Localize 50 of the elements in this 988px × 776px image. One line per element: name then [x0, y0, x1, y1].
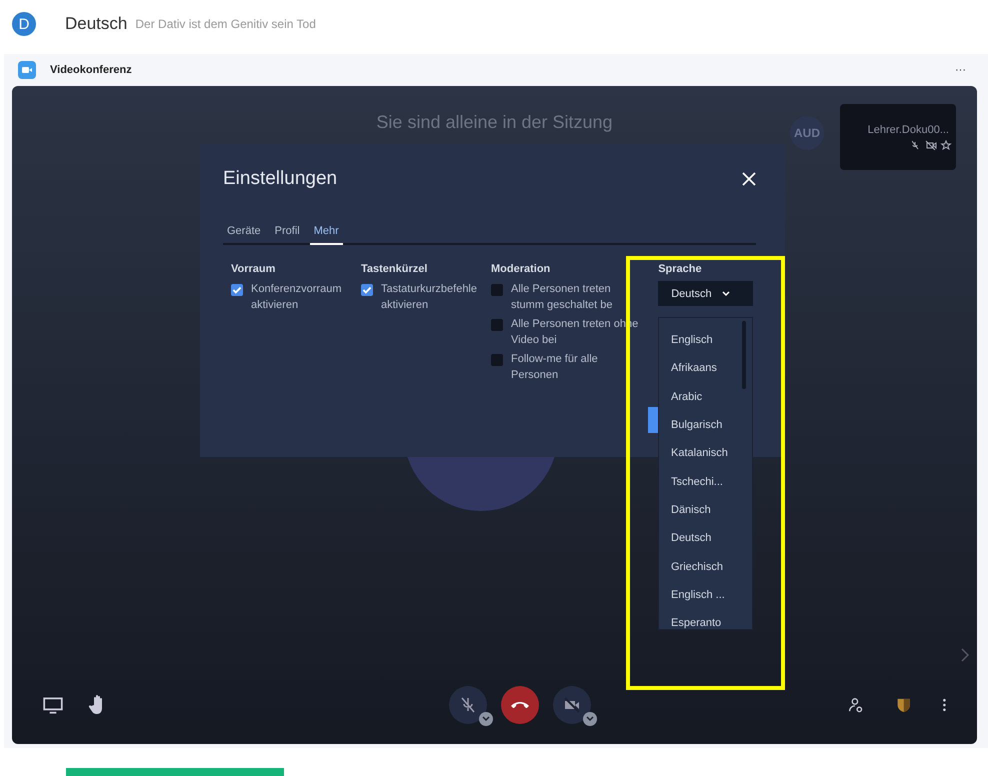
section-heading: Tastenkürzel [361, 263, 428, 275]
close-icon[interactable] [742, 172, 756, 186]
video-icon [18, 61, 36, 79]
settings-tab[interactable]: Profil [270, 225, 304, 245]
language-option[interactable]: Tschechi... [671, 467, 752, 496]
checkbox[interactable] [491, 284, 503, 296]
participant-tile[interactable]: Lehrer.Doku00... [840, 104, 956, 170]
options-badge[interactable] [582, 712, 596, 726]
status-text: Sie sind alleine in der Sitzung [376, 112, 613, 133]
language-select[interactable]: Deutsch [658, 281, 754, 306]
section-heading: Sprache [658, 263, 703, 275]
hang-up-button[interactable] [500, 686, 538, 724]
panel-menu[interactable]: ··· [955, 64, 966, 76]
checkbox[interactable] [231, 284, 243, 296]
settings-tab[interactable]: Geräte [223, 225, 265, 245]
status-icons [912, 140, 952, 150]
course-subtitle: Der Dativ ist dem Genitiv sein Tod [135, 17, 316, 31]
language-option[interactable]: Englisch ... [671, 580, 752, 609]
camera-button[interactable] [552, 686, 590, 724]
checkbox[interactable] [361, 284, 373, 296]
option-label: Konferenzvorraum aktivieren [251, 282, 342, 313]
camera-off-icon [562, 695, 582, 715]
caret-icon [722, 290, 730, 296]
section-heading: Moderation [491, 263, 552, 275]
participant-avatar: AUD [790, 116, 824, 150]
checkbox[interactable] [491, 319, 503, 331]
options-badge[interactable] [478, 712, 492, 726]
language-option[interactable]: Afrikaans [671, 354, 752, 383]
settings-tab[interactable]: Mehr [310, 225, 343, 245]
language-option[interactable]: Bulgarisch [671, 410, 752, 440]
language-option[interactable]: Arabic [671, 382, 752, 411]
language-option[interactable]: Esperanto [671, 608, 752, 638]
option-label: Tastaturkurzbefehle aktivieren [381, 282, 478, 313]
section-heading: Vorraum [231, 263, 276, 275]
option-label: Alle Personen treten stumm geschaltet be [511, 282, 614, 313]
dialog-title: Einstellungen [223, 168, 338, 190]
language-option[interactable]: Griechisch [671, 552, 752, 581]
language-option[interactable]: Englisch [671, 326, 752, 354]
option-label: Follow-me für alle Personen [511, 352, 599, 383]
scrollbar[interactable] [742, 321, 746, 389]
phone-icon [510, 702, 528, 708]
language-option[interactable]: Dänisch [671, 496, 752, 524]
course-title: Deutsch [65, 14, 128, 34]
language-option[interactable]: Katalanisch [671, 439, 752, 468]
panel-title: Videokonferenz [50, 64, 133, 76]
checkbox[interactable] [491, 354, 503, 366]
language-option[interactable]: Deutsch [671, 524, 752, 552]
participant-name: Lehrer.Doku00... [868, 124, 949, 136]
microphone-button[interactable] [448, 686, 486, 724]
app-logo: D [12, 12, 36, 36]
